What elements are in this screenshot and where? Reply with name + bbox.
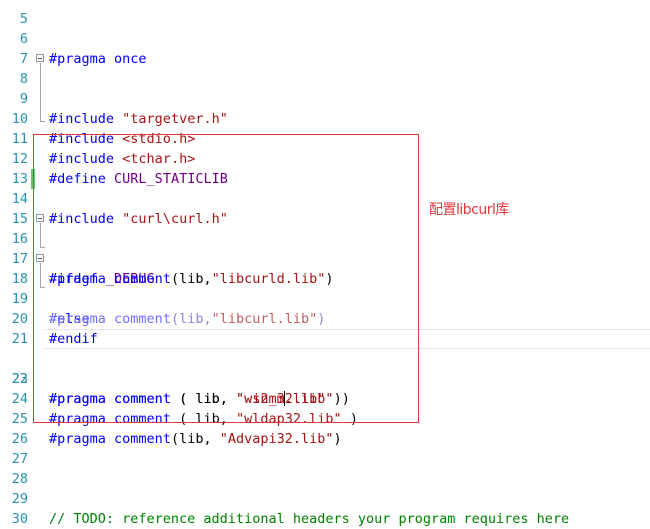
code-line[interactable]: 27	[0, 429, 650, 467]
annotation-label: 配置libcurl库	[429, 202, 509, 218]
code-line[interactable]: 8 #include "targetver.h"	[0, 49, 650, 127]
annotation-box	[33, 134, 419, 423]
code-line[interactable]: 5	[0, 0, 650, 27]
code-line[interactable]: 10 #include <stdio.h>	[0, 89, 650, 147]
code-line[interactable]: 6 #pragma once	[0, 9, 650, 67]
code-text[interactable]: // TODO: reference additional headers yo…	[49, 509, 569, 529]
comment: // TODO: reference additional headers yo…	[49, 511, 570, 527]
code-line[interactable]: 30	[0, 489, 650, 527]
code-line[interactable]: 28	[0, 449, 650, 487]
code-line[interactable]: 11 #include <tchar.h>	[0, 109, 650, 167]
code-line[interactable]: 29 // TODO: reference additional headers…	[0, 469, 650, 527]
line-number: 30	[11, 511, 28, 527]
collapse-icon[interactable]	[36, 54, 44, 62]
code-line[interactable]: 9	[0, 69, 650, 107]
code-line[interactable]: 7	[0, 29, 650, 67]
